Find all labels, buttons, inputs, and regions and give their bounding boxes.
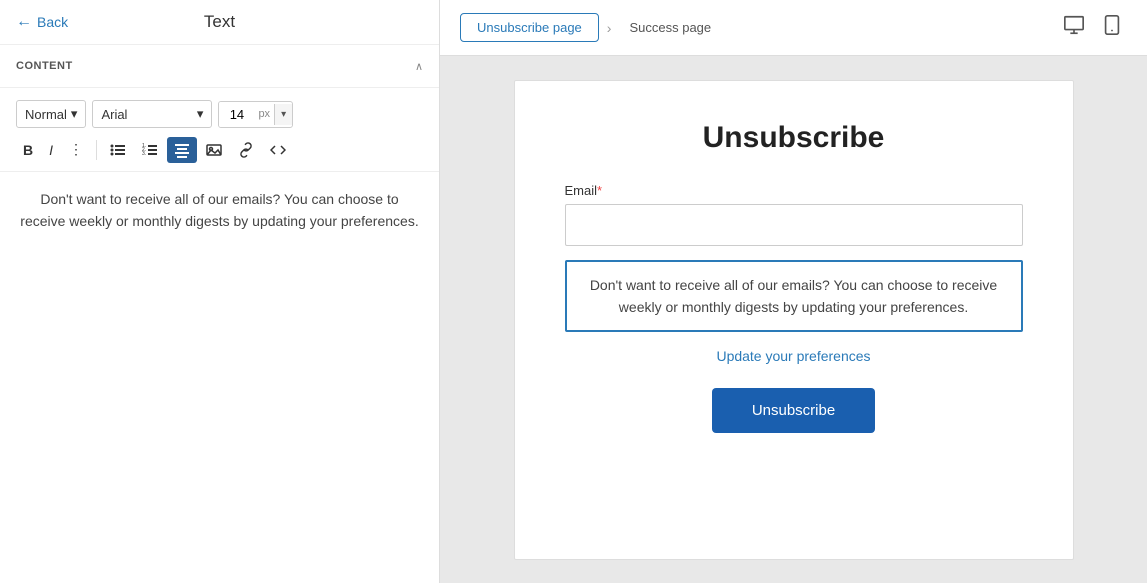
editor-text-area[interactable]: Don't want to receive all of our emails?…: [0, 172, 439, 249]
success-page-button[interactable]: Success page: [619, 14, 721, 41]
editor-body-text: Don't want to receive all of our emails?…: [20, 191, 418, 229]
toolbar-row2: B I ⋮ 1.2.3.: [16, 136, 423, 163]
back-label: Back: [37, 14, 68, 30]
more-options-button[interactable]: ⋮: [62, 136, 90, 163]
link-button[interactable]: [231, 137, 261, 163]
desktop-view-button[interactable]: [1059, 10, 1089, 45]
view-icons: [1059, 10, 1127, 45]
top-bar: ← Back Text: [0, 0, 439, 45]
back-arrow-icon: ←: [16, 13, 32, 31]
content-label: CONTENT: [16, 60, 73, 72]
image-button[interactable]: [199, 137, 229, 163]
email-label-text: Email: [565, 183, 598, 198]
preferences-link[interactable]: Update your preferences: [716, 348, 870, 364]
toolbar-row1: Normal Arial px ▾: [16, 100, 423, 128]
text-content-body: Don't want to receive all of our emails?…: [590, 277, 997, 315]
page-nav-chevron-icon: ›: [607, 20, 612, 36]
email-field-group: Email*: [565, 183, 1023, 246]
panel-title: Text: [204, 12, 235, 32]
style-dropdown-icon: [71, 106, 78, 122]
left-panel: ← Back Text CONTENT Normal Arial: [0, 0, 440, 583]
font-size-input[interactable]: [219, 102, 254, 127]
collapse-button[interactable]: [415, 57, 423, 75]
svg-text:3.: 3.: [142, 151, 146, 157]
email-preview-title: Unsubscribe: [703, 121, 885, 155]
right-top-bar: Unsubscribe page › Success page: [440, 0, 1147, 56]
back-button[interactable]: ← Back: [16, 13, 68, 31]
content-section: CONTENT Normal Arial px ▾: [0, 45, 439, 583]
unsubscribe-page-button[interactable]: Unsubscribe page: [460, 13, 599, 42]
email-card: Unsubscribe Email* Don't want to receive…: [514, 80, 1074, 560]
font-dropdown-icon: [197, 106, 204, 122]
ordered-list-button[interactable]: 1.2.3.: [135, 137, 165, 163]
email-field-label: Email*: [565, 183, 1023, 198]
mobile-view-button[interactable]: [1097, 10, 1127, 45]
style-select[interactable]: Normal: [16, 100, 86, 128]
unsubscribe-button[interactable]: Unsubscribe: [712, 388, 875, 433]
bullet-list-button[interactable]: [103, 137, 133, 163]
email-input-box: [565, 204, 1023, 246]
page-nav: Unsubscribe page › Success page: [460, 13, 721, 42]
text-content-box: Don't want to receive all of our emails?…: [565, 260, 1023, 333]
font-size-unit: px: [254, 103, 274, 125]
align-center-button[interactable]: [167, 137, 197, 163]
toolbar-area: Normal Arial px ▾ B I ⋮: [0, 88, 439, 172]
content-header: CONTENT: [0, 45, 439, 88]
font-size-arrow-icon[interactable]: ▾: [274, 104, 292, 125]
bold-button[interactable]: B: [16, 137, 40, 163]
required-star: *: [597, 183, 602, 198]
font-select[interactable]: Arial: [92, 100, 212, 128]
code-button[interactable]: [263, 137, 293, 163]
italic-button[interactable]: I: [42, 137, 60, 163]
style-value: Normal: [25, 107, 67, 122]
toolbar-separator-1: [96, 140, 97, 160]
right-panel: Unsubscribe page › Success page Unsubscr…: [440, 0, 1147, 583]
chevron-up-icon: [415, 57, 423, 74]
font-value: Arial: [101, 107, 127, 122]
font-size-group: px ▾: [218, 101, 293, 128]
preview-area: Unsubscribe Email* Don't want to receive…: [440, 56, 1147, 583]
